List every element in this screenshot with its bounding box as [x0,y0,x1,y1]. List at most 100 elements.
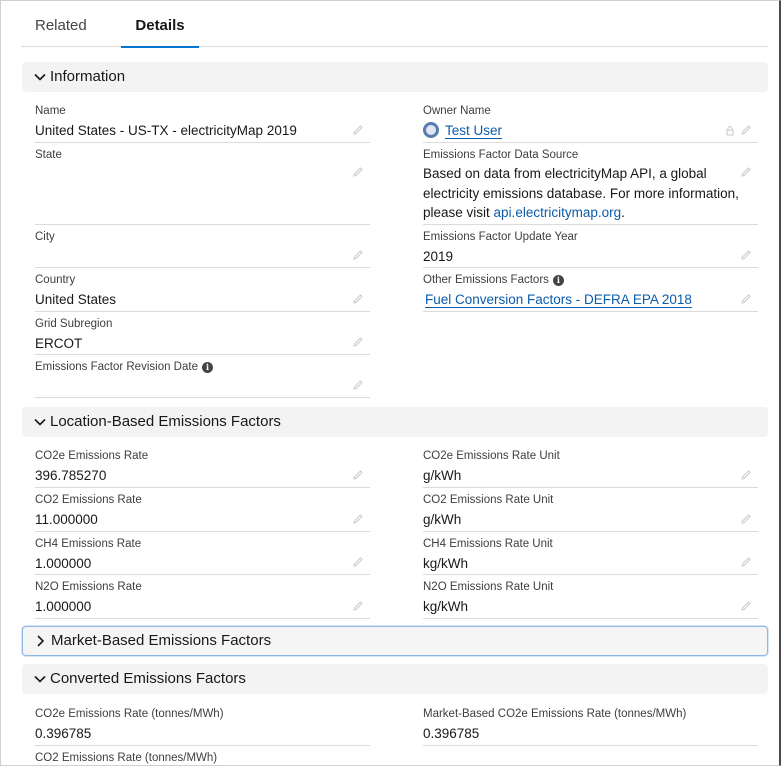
field-label: CO2 Emissions Rate (tonnes/MWh) [35,752,218,764]
field-owner-name: Owner Name Test User [423,99,758,143]
field-label: CO2e Emissions Rate Unit [423,450,560,462]
field-value: 1.000000 [35,599,92,614]
tab-related[interactable]: Related [21,1,101,47]
chevron-down-icon [34,675,46,683]
field-label: Owner Name [423,105,491,117]
chevron-right-icon [37,635,45,647]
pencil-icon[interactable] [352,600,364,612]
field-value: 0.396785 [35,726,92,741]
avatar [423,122,439,138]
field-label: Emissions Factor Data Source [423,149,579,161]
section-header-information[interactable]: Information [22,62,768,92]
section-header-converted[interactable]: Converted Emissions Factors [22,664,768,694]
pencil-icon[interactable] [352,124,364,136]
field-data-source: Emissions Factor Data Source Based on da… [423,143,758,225]
pencil-icon[interactable] [740,166,752,178]
field-update-year: Emissions Factor Update Year 2019 [423,225,758,268]
field-co2-tonnes: CO2 Emissions Rate (tonnes/MWh) [35,746,370,765]
chevron-down-icon [34,73,46,81]
field-value: kg/kWh [423,599,469,614]
field-label: Market-Based CO2e Emissions Rate (tonnes… [423,708,687,720]
info-icon[interactable]: i [552,275,564,286]
field-ch4-rate: CH4 Emissions Rate 1.000000 [35,532,370,575]
field-label: Other Emissions Factors i [423,274,564,286]
field-other-factors: Other Emissions Factors i Fuel Conversion… [423,268,758,312]
field-value: g/kWh [423,468,462,483]
pencil-icon[interactable] [740,249,752,261]
pencil-icon[interactable] [740,293,752,305]
field-label-text: Emissions Factor Revision Date [35,361,198,373]
field-label: Grid Subregion [35,318,113,330]
field-label: CO2 Emissions Rate [35,494,142,506]
field-label: CO2e Emissions Rate [35,450,149,462]
field-value: Fuel Conversion Factors - DEFRA EPA 2018 [425,290,692,309]
section-title: Information [50,68,126,85]
section-header-location-based[interactable]: Location-Based Emissions Factors [22,407,768,437]
field-value: 0.396785 [423,726,480,741]
field-value: United States [35,292,117,307]
field-value: g/kWh [423,512,462,527]
pencil-icon[interactable] [352,379,364,391]
field-label: Name [35,105,66,117]
source-suffix: . [621,205,625,220]
field-label: State [35,149,62,161]
pencil-icon[interactable] [740,600,752,612]
field-label: N2O Emissions Rate Unit [423,581,554,593]
field-label: Country [35,274,76,286]
pencil-icon[interactable] [352,556,364,568]
record-detail-panel: Related Details Information Name United … [0,0,781,766]
owner-link[interactable]: Test User [445,123,502,138]
field-label: City [35,231,55,243]
field-label-text: Other Emissions Factors [423,274,549,286]
field-value: 11.000000 [35,512,98,527]
field-label: CO2e Emissions Rate (tonnes/MWh) [35,708,224,720]
field-value: Test User [423,121,502,140]
field-value: ERCOT [35,336,83,351]
field-co2-rate: CO2 Emissions Rate 11.000000 [35,488,370,532]
pencil-icon[interactable] [352,166,364,178]
tab-bar: Related Details [21,1,768,48]
field-label: CH4 Emissions Rate Unit [423,538,553,550]
field-name: Name United States - US-TX - electricity… [35,99,370,143]
field-n2o-unit: N2O Emissions Rate Unit kg/kWh [423,575,758,619]
field-co2e-tonnes: CO2e Emissions Rate (tonnes/MWh) 0.39678… [35,702,370,746]
field-market-co2e-tonnes: Market-Based CO2e Emissions Rate (tonnes… [423,702,758,746]
field-city: City [35,225,370,268]
field-label: CH4 Emissions Rate [35,538,142,550]
field-co2e-unit: CO2e Emissions Rate Unit g/kWh [423,444,758,488]
pencil-icon[interactable] [352,336,364,348]
field-label: Emissions Factor Revision Date i [35,361,213,373]
section-title: Location-Based Emissions Factors [50,413,281,430]
pencil-icon[interactable] [352,513,364,525]
section-title: Market-Based Emissions Factors [51,632,272,649]
field-grid-subregion: Grid Subregion ERCOT [35,312,370,355]
pencil-icon[interactable] [352,249,364,261]
tab-details[interactable]: Details [121,1,199,48]
source-link[interactable]: api.electricitymap.org [494,205,622,220]
field-n2o-rate: N2O Emissions Rate 1.000000 [35,575,370,619]
field-value: kg/kWh [423,556,469,571]
other-factors-link[interactable]: Fuel Conversion Factors - DEFRA EPA 2018 [425,292,692,307]
pencil-icon[interactable] [352,293,364,305]
field-value: 396.785270 [35,468,107,483]
section-title: Converted Emissions Factors [50,670,246,687]
pencil-icon[interactable] [740,556,752,568]
field-state: State [35,143,370,225]
pencil-icon[interactable] [740,124,752,136]
field-label: Emissions Factor Update Year [423,231,578,243]
field-revision-date: Emissions Factor Revision Date i [35,355,370,398]
lock-icon [726,126,734,136]
section-header-market-based[interactable]: Market-Based Emissions Factors [22,626,768,656]
field-value: United States - US-TX - electricityMap 2… [35,123,297,138]
pencil-icon[interactable] [740,469,752,481]
chevron-down-icon [34,418,46,426]
field-co2-unit: CO2 Emissions Rate Unit g/kWh [423,488,758,532]
info-icon[interactable]: i [201,362,213,373]
pencil-icon[interactable] [352,469,364,481]
field-label: N2O Emissions Rate [35,581,142,593]
pencil-icon[interactable] [740,513,752,525]
field-value: Based on data from electricityMap API, a… [423,164,753,223]
field-ch4-unit: CH4 Emissions Rate Unit kg/kWh [423,532,758,575]
field-label: CO2 Emissions Rate Unit [423,494,554,506]
field-value: 1.000000 [35,556,92,571]
